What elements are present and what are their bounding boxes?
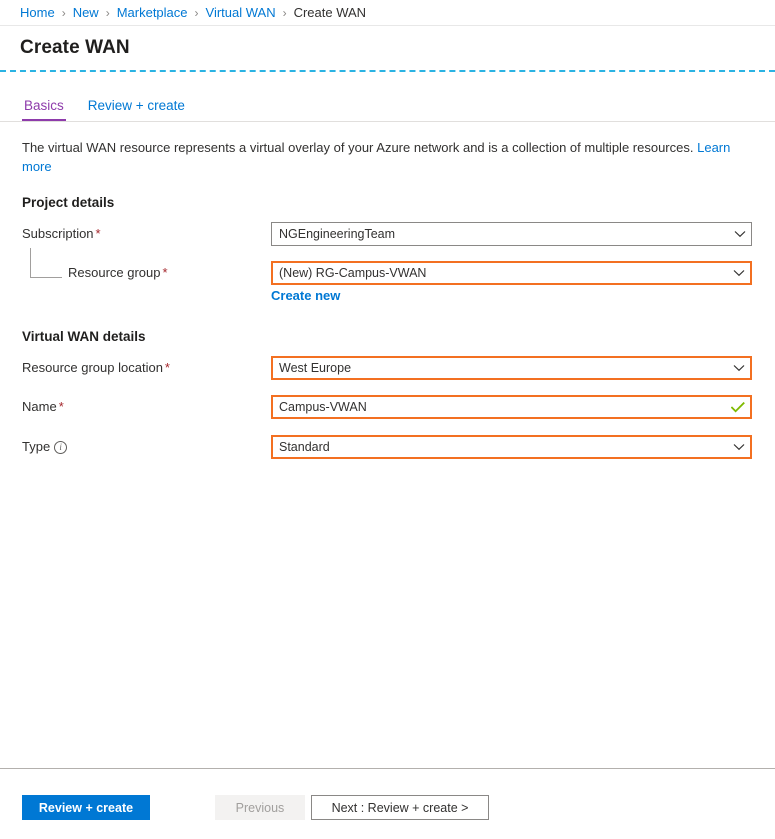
resource-group-location-label: Resource group location* bbox=[22, 356, 170, 380]
subscription-dropdown[interactable]: NGEngineeringTeam bbox=[271, 222, 752, 246]
type-value: Standard bbox=[279, 437, 730, 457]
form-description: The virtual WAN resource represents a vi… bbox=[22, 138, 740, 176]
chevron-down-icon bbox=[731, 225, 749, 243]
validation-check-icon bbox=[728, 402, 748, 413]
review-create-button[interactable]: Review + create bbox=[22, 795, 150, 820]
breadcrumb-item-virtual-wan[interactable]: Virtual WAN bbox=[206, 5, 276, 20]
name-label: Name* bbox=[22, 395, 64, 419]
type-dropdown[interactable]: Standard bbox=[271, 435, 752, 459]
breadcrumb-separator-icon: › bbox=[195, 6, 199, 20]
next-review-create-button[interactable]: Next : Review + create > bbox=[311, 795, 489, 820]
chevron-down-icon bbox=[730, 264, 748, 282]
subscription-label: Subscription* bbox=[22, 222, 101, 246]
name-value: Campus-VWAN bbox=[279, 397, 728, 417]
name-label-text: Name bbox=[22, 399, 57, 414]
resource-group-value: (New) RG-Campus-VWAN bbox=[279, 263, 730, 283]
breadcrumb-separator-icon: › bbox=[283, 6, 287, 20]
tab-review-create[interactable]: Review + create bbox=[86, 98, 187, 119]
section-heading-wan-details: Virtual WAN details bbox=[22, 329, 146, 344]
resource-group-label: Resource group* bbox=[68, 261, 168, 285]
type-label: Typei bbox=[22, 435, 67, 459]
required-asterisk: * bbox=[96, 226, 101, 241]
tab-bar: Basics Review + create bbox=[0, 98, 775, 122]
page-title: Create WAN bbox=[0, 26, 775, 59]
create-new-resource-group-link[interactable]: Create new bbox=[271, 288, 340, 303]
name-input[interactable]: Campus-VWAN bbox=[271, 395, 752, 419]
field-row-resource-group-location: Resource group location* West Europe bbox=[0, 356, 775, 380]
breadcrumb-item-marketplace[interactable]: Marketplace bbox=[117, 5, 188, 20]
dashed-divider bbox=[0, 70, 775, 72]
chevron-down-icon bbox=[730, 438, 748, 456]
required-asterisk: * bbox=[163, 265, 168, 280]
breadcrumb: Home › New › Marketplace › Virtual WAN ›… bbox=[0, 0, 775, 26]
field-row-type: Typei Standard bbox=[0, 435, 775, 459]
chevron-down-icon bbox=[730, 359, 748, 377]
resource-group-location-dropdown[interactable]: West Europe bbox=[271, 356, 752, 380]
field-row-name: Name* Campus-VWAN bbox=[0, 395, 775, 419]
resource-group-dropdown[interactable]: (New) RG-Campus-VWAN bbox=[271, 261, 752, 285]
resource-group-label-text: Resource group bbox=[68, 265, 161, 280]
previous-button: Previous bbox=[215, 795, 305, 820]
resource-group-location-value: West Europe bbox=[279, 358, 730, 378]
breadcrumb-item-home[interactable]: Home bbox=[20, 5, 55, 20]
breadcrumb-item-create-wan: Create WAN bbox=[294, 5, 366, 20]
breadcrumb-separator-icon: › bbox=[62, 6, 66, 20]
type-label-text: Type bbox=[22, 439, 50, 454]
tab-basics[interactable]: Basics bbox=[22, 98, 66, 121]
form-description-text: The virtual WAN resource represents a vi… bbox=[22, 140, 693, 155]
required-asterisk: * bbox=[59, 399, 64, 414]
breadcrumb-separator-icon: › bbox=[106, 6, 110, 20]
field-row-resource-group: Resource group* (New) RG-Campus-VWAN bbox=[0, 261, 775, 285]
footer-action-bar: Review + create Previous Next : Review +… bbox=[0, 769, 775, 839]
required-asterisk: * bbox=[165, 360, 170, 375]
breadcrumb-item-new[interactable]: New bbox=[73, 5, 99, 20]
subscription-value: NGEngineeringTeam bbox=[279, 224, 731, 244]
field-row-subscription: Subscription* NGEngineeringTeam bbox=[0, 222, 775, 246]
section-heading-project-details: Project details bbox=[22, 195, 114, 210]
resource-group-location-label-text: Resource group location bbox=[22, 360, 163, 375]
subscription-label-text: Subscription bbox=[22, 226, 94, 241]
info-icon[interactable]: i bbox=[54, 441, 67, 454]
